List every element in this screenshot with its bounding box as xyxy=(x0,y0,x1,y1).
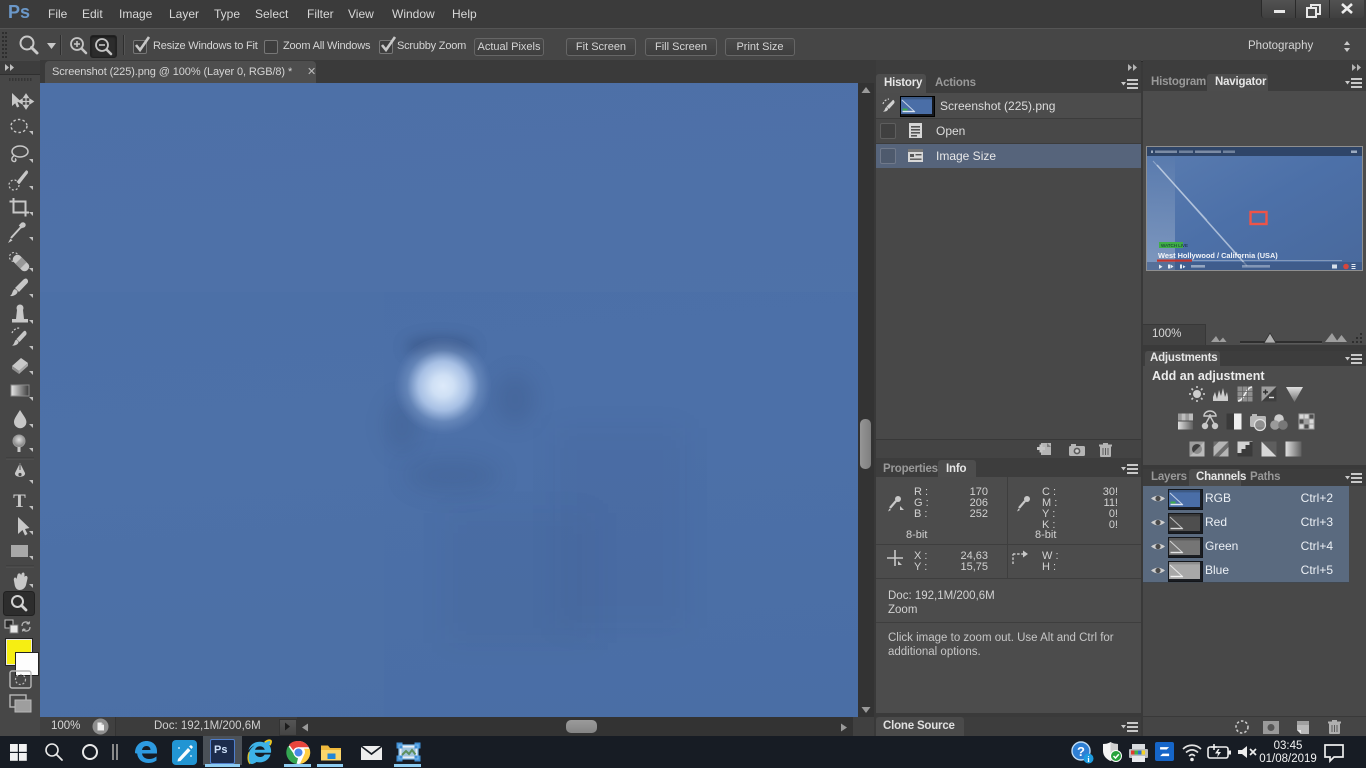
svg-text:West Hollywood / California (U: West Hollywood / California (USA) xyxy=(1158,251,1278,260)
svg-text:T: T xyxy=(13,491,26,512)
svg-text:WATCH LIVE: WATCH LIVE xyxy=(1161,243,1188,248)
